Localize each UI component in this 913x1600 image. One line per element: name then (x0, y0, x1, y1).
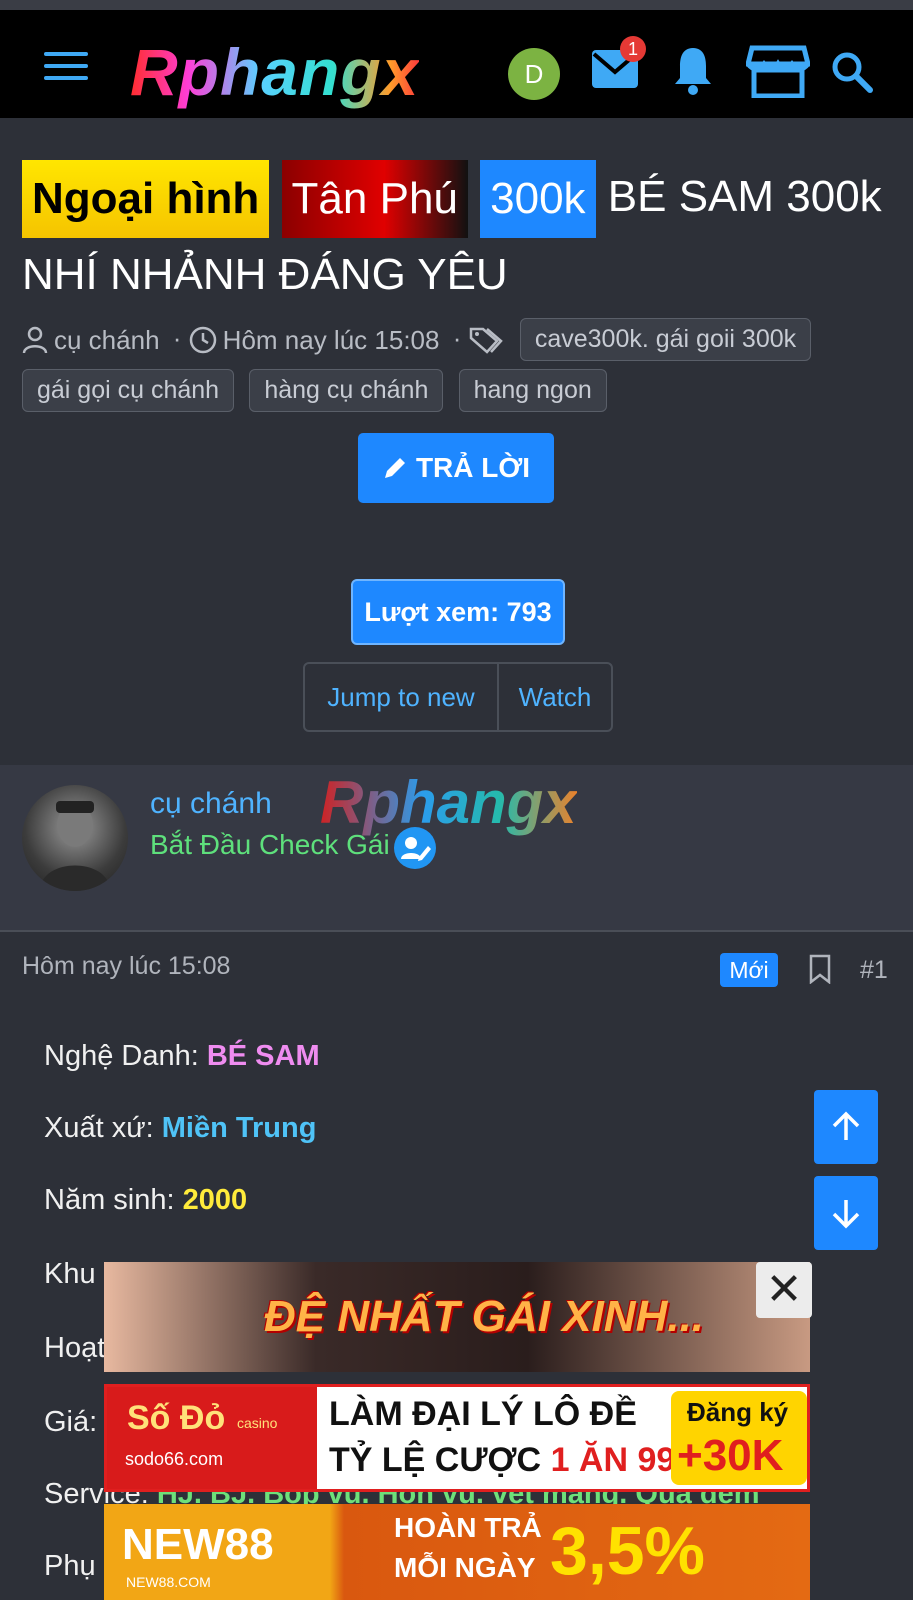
scroll-down-button[interactable] (814, 1176, 878, 1250)
date-meta: Hôm nay lúc 15:08 (189, 325, 440, 356)
field-price: Giá: (44, 1406, 98, 1438)
ad-brand-logo: NEW88 NEW88.COM (122, 1520, 274, 1590)
view-count: Lượt xem: 793 (351, 579, 565, 645)
mail-count-badge: 1 (620, 36, 646, 62)
clock-icon (189, 326, 216, 354)
bookmark-icon[interactable] (808, 954, 832, 984)
ad-register-cta[interactable]: Đăng ký +30K (671, 1391, 807, 1485)
ad-line-2: MỖI NGÀY (394, 1552, 536, 1583)
poster-rank: Bắt Đầu Check Gái (150, 829, 390, 860)
search-icon[interactable] (830, 50, 874, 94)
field-area: Khu (44, 1258, 96, 1290)
tag-item[interactable]: cave300k. gái goii 300k (519, 318, 812, 361)
arrow-up-icon (832, 1111, 860, 1140)
meta-separator: · (172, 323, 182, 353)
reply-button[interactable]: TRẢ LỜI (358, 433, 554, 503)
ad-brand-logo: Số Đỏ casino sodo66.com (107, 1387, 317, 1489)
poster-username[interactable]: cụ chánh (150, 787, 272, 821)
post-date[interactable]: Hôm nay lúc 15:08 (22, 952, 230, 981)
ad-banner-sodo[interactable]: Số Đỏ casino sodo66.com LÀM ĐẠI LÝ LÔ ĐỀ… (104, 1384, 810, 1492)
watch-button[interactable]: Watch (499, 664, 611, 730)
close-ad-icon[interactable]: ✕ (756, 1262, 812, 1318)
author-meta: cụ chánh (22, 325, 160, 356)
ad-line-1: HOÀN TRẢ (394, 1512, 542, 1543)
rank-edit-icon (394, 827, 436, 869)
meta-separator: · (452, 323, 462, 353)
new-badge: Mới (720, 953, 778, 987)
ad-percent: 3,5% (550, 1513, 705, 1589)
site-logo[interactable]: Rphangx (130, 32, 419, 112)
user-icon (22, 326, 48, 354)
prefix-label-price[interactable]: 300k (480, 160, 596, 238)
arrow-down-icon (832, 1200, 860, 1229)
prefix-label-appearance[interactable]: Ngoại hình (22, 160, 270, 238)
ad-banner-girls[interactable]: ĐỆ NHẤT GÁI XINH... (104, 1262, 810, 1372)
thread-meta: cụ chánh · Hôm nay lúc 15:08 · cave300k.… (22, 318, 902, 420)
prefix-label-district[interactable]: Tân Phú (281, 160, 468, 238)
field-birth-year: Năm sinh: 2000 (44, 1184, 248, 1216)
tag-item[interactable]: hàng cụ chánh (249, 369, 444, 412)
field-activity: Hoạt (44, 1332, 106, 1364)
field-stage-name: Nghệ Danh: BÉ SAM (44, 1040, 320, 1072)
post-user-bar: Rphangx cụ chánh Bắt Đầu Check Gái (0, 765, 913, 932)
field-origin: Xuất xứ: Miền Trung (44, 1112, 317, 1144)
scroll-up-button[interactable] (814, 1090, 878, 1164)
reply-button-label: TRẢ LỜI (415, 452, 531, 483)
tags-icon (469, 327, 503, 354)
site-header: Rphangx D 1 (0, 10, 913, 118)
thread-actions: Jump to new Watch (303, 662, 613, 732)
ad-banner-new88[interactable]: NEW88 NEW88.COM HOÀN TRẢ MỖI NGÀY 3,5% (104, 1504, 810, 1600)
hamburger-menu-icon[interactable] (44, 52, 88, 86)
pencil-icon (384, 458, 405, 478)
ad-line-1: LÀM ĐẠI LÝ LÔ ĐỀ (329, 1395, 637, 1433)
tag-item[interactable]: hang ngon (458, 369, 607, 412)
ad-headline: ĐỆ NHẤT GÁI XINH... (264, 1292, 705, 1341)
ad-line-2: TỶ LỆ CƯỢC 1 ĂN 99.5 (329, 1441, 704, 1479)
thread-title: Ngoại hình Tân Phú 300k BÉ SAM 300k NHÍ … (22, 160, 892, 312)
portrait-image (40, 801, 110, 891)
user-avatar[interactable]: D (508, 48, 560, 100)
post-number[interactable]: #1 (860, 956, 888, 985)
status-strip (0, 0, 913, 10)
tag-item[interactable]: gái gọi cụ chánh (22, 369, 235, 412)
bell-icon[interactable] (672, 44, 714, 96)
jump-to-new-button[interactable]: Jump to new (305, 664, 499, 730)
poster-avatar[interactable] (22, 785, 128, 891)
field-extra: Phụ (44, 1550, 96, 1582)
store-icon[interactable] (746, 44, 810, 98)
thread-date[interactable]: Hôm nay lúc 15:08 (223, 325, 440, 356)
author-link[interactable]: cụ chánh (54, 325, 160, 356)
